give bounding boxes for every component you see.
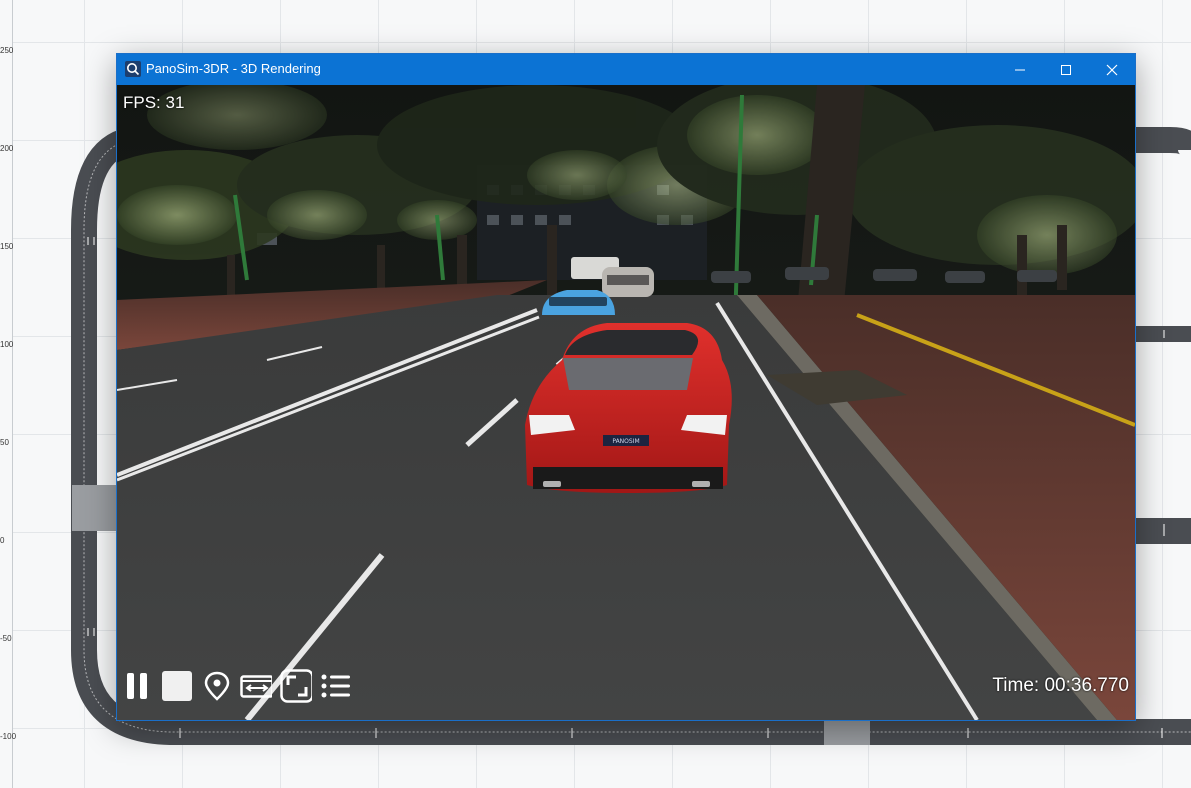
swap-horizontal-icon	[240, 675, 272, 698]
fullscreen-button[interactable]	[280, 669, 312, 703]
swap-view-button[interactable]	[240, 670, 272, 702]
fps-counter: FPS: 31	[123, 93, 185, 112]
list-icon	[321, 674, 350, 698]
app-logo-icon	[125, 61, 141, 77]
stop-button[interactable]	[161, 670, 193, 702]
simulation-time: Time: 00:36.770	[992, 675, 1129, 696]
license-plate: PANOSIM	[612, 438, 639, 445]
scene-render: PANOSIM	[117, 85, 1135, 720]
minimize-icon	[1015, 69, 1025, 70]
minimize-button[interactable]	[997, 54, 1043, 85]
maximize-icon	[1061, 64, 1071, 75]
stop-icon	[162, 671, 192, 701]
pause-button[interactable]	[121, 670, 153, 702]
location-pin-icon	[204, 671, 230, 701]
title-bar[interactable]: PanoSim-3DR - 3D Rendering	[117, 54, 1135, 85]
menu-list-button[interactable]	[320, 670, 352, 702]
fullscreen-icon	[280, 669, 312, 703]
close-icon	[1106, 64, 1118, 75]
window-title: PanoSim-3DR - 3D Rendering	[146, 61, 321, 76]
pause-icon	[127, 673, 147, 699]
location-button[interactable]	[201, 670, 233, 702]
render-window[interactable]: PanoSim-3DR - 3D Rendering PANOSIM FPS: …	[116, 53, 1136, 721]
close-button[interactable]	[1089, 54, 1135, 85]
maximize-button[interactable]	[1043, 54, 1089, 85]
3d-viewport[interactable]: PANOSIM FPS: 31 Time: 00:36.770	[117, 85, 1135, 720]
